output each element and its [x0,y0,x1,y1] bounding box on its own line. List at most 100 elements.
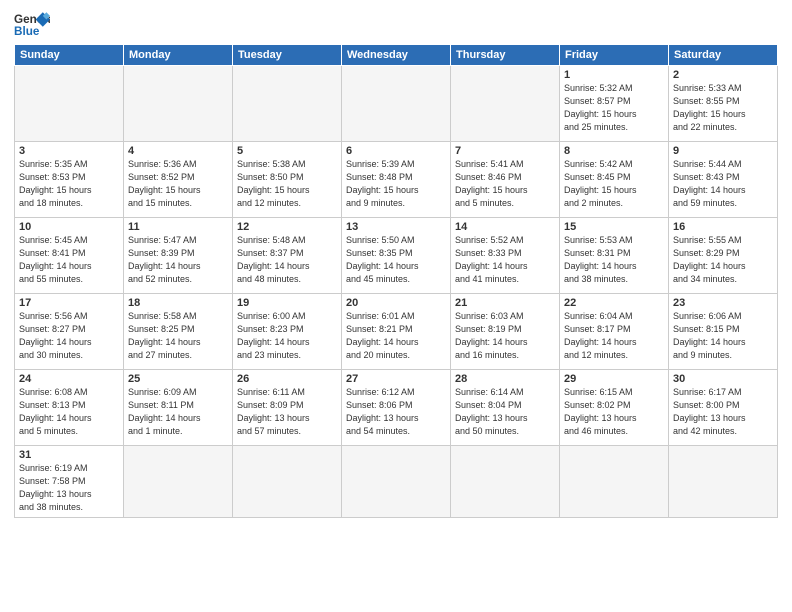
logo: General Blue [14,10,50,38]
day-sun-info: Sunrise: 5:56 AM Sunset: 8:27 PM Dayligh… [19,310,119,362]
day-number: 26 [237,373,337,385]
day-sun-info: Sunrise: 5:53 AM Sunset: 8:31 PM Dayligh… [564,234,664,286]
calendar-day-cell: 10Sunrise: 5:45 AM Sunset: 8:41 PM Dayli… [15,218,124,294]
svg-text:Blue: Blue [14,25,40,38]
day-number: 20 [346,297,446,309]
day-number: 5 [237,145,337,157]
day-number: 23 [673,297,773,309]
weekday-header-saturday: Saturday [669,45,778,66]
day-number: 4 [128,145,228,157]
day-number: 15 [564,221,664,233]
day-number: 27 [346,373,446,385]
day-number: 12 [237,221,337,233]
calendar-day-cell: 22Sunrise: 6:04 AM Sunset: 8:17 PM Dayli… [560,294,669,370]
calendar-day-cell: 5Sunrise: 5:38 AM Sunset: 8:50 PM Daylig… [233,142,342,218]
day-sun-info: Sunrise: 5:44 AM Sunset: 8:43 PM Dayligh… [673,158,773,210]
day-number: 11 [128,221,228,233]
day-sun-info: Sunrise: 5:41 AM Sunset: 8:46 PM Dayligh… [455,158,555,210]
day-number: 16 [673,221,773,233]
calendar-day-cell [124,446,233,518]
day-sun-info: Sunrise: 6:04 AM Sunset: 8:17 PM Dayligh… [564,310,664,362]
calendar-day-cell [451,446,560,518]
weekday-header-sunday: Sunday [15,45,124,66]
weekday-header-tuesday: Tuesday [233,45,342,66]
calendar-day-cell: 16Sunrise: 5:55 AM Sunset: 8:29 PM Dayli… [669,218,778,294]
calendar-day-cell [669,446,778,518]
calendar-day-cell: 29Sunrise: 6:15 AM Sunset: 8:02 PM Dayli… [560,370,669,446]
day-number: 9 [673,145,773,157]
calendar-day-cell: 20Sunrise: 6:01 AM Sunset: 8:21 PM Dayli… [342,294,451,370]
calendar-week-row: 3Sunrise: 5:35 AM Sunset: 8:53 PM Daylig… [15,142,778,218]
day-number: 8 [564,145,664,157]
day-sun-info: Sunrise: 5:33 AM Sunset: 8:55 PM Dayligh… [673,82,773,134]
calendar-day-cell: 26Sunrise: 6:11 AM Sunset: 8:09 PM Dayli… [233,370,342,446]
calendar-day-cell: 2Sunrise: 5:33 AM Sunset: 8:55 PM Daylig… [669,66,778,142]
day-number: 18 [128,297,228,309]
calendar-day-cell: 28Sunrise: 6:14 AM Sunset: 8:04 PM Dayli… [451,370,560,446]
day-sun-info: Sunrise: 6:14 AM Sunset: 8:04 PM Dayligh… [455,386,555,438]
calendar-week-row: 24Sunrise: 6:08 AM Sunset: 8:13 PM Dayli… [15,370,778,446]
day-number: 30 [673,373,773,385]
calendar-day-cell: 6Sunrise: 5:39 AM Sunset: 8:48 PM Daylig… [342,142,451,218]
calendar-day-cell: 21Sunrise: 6:03 AM Sunset: 8:19 PM Dayli… [451,294,560,370]
day-number: 31 [19,449,119,461]
day-sun-info: Sunrise: 5:52 AM Sunset: 8:33 PM Dayligh… [455,234,555,286]
calendar-day-cell [233,446,342,518]
day-sun-info: Sunrise: 6:15 AM Sunset: 8:02 PM Dayligh… [564,386,664,438]
calendar-day-cell [451,66,560,142]
day-sun-info: Sunrise: 6:11 AM Sunset: 8:09 PM Dayligh… [237,386,337,438]
calendar-day-cell [15,66,124,142]
day-sun-info: Sunrise: 6:19 AM Sunset: 7:58 PM Dayligh… [19,462,119,514]
calendar-day-cell [233,66,342,142]
calendar-week-row: 1Sunrise: 5:32 AM Sunset: 8:57 PM Daylig… [15,66,778,142]
day-sun-info: Sunrise: 5:55 AM Sunset: 8:29 PM Dayligh… [673,234,773,286]
day-number: 17 [19,297,119,309]
weekday-header-friday: Friday [560,45,669,66]
calendar-week-row: 10Sunrise: 5:45 AM Sunset: 8:41 PM Dayli… [15,218,778,294]
header: General Blue [14,10,778,38]
day-number: 13 [346,221,446,233]
generalblue-logo-icon: General Blue [14,10,50,38]
day-sun-info: Sunrise: 6:09 AM Sunset: 8:11 PM Dayligh… [128,386,228,438]
calendar-week-row: 17Sunrise: 5:56 AM Sunset: 8:27 PM Dayli… [15,294,778,370]
page: General Blue SundayMondayTuesdayWednesda… [0,0,792,612]
calendar-day-cell: 11Sunrise: 5:47 AM Sunset: 8:39 PM Dayli… [124,218,233,294]
calendar-table: SundayMondayTuesdayWednesdayThursdayFrid… [14,44,778,518]
day-number: 25 [128,373,228,385]
calendar-day-cell: 7Sunrise: 5:41 AM Sunset: 8:46 PM Daylig… [451,142,560,218]
day-sun-info: Sunrise: 6:06 AM Sunset: 8:15 PM Dayligh… [673,310,773,362]
calendar-day-cell: 9Sunrise: 5:44 AM Sunset: 8:43 PM Daylig… [669,142,778,218]
calendar-day-cell [124,66,233,142]
day-sun-info: Sunrise: 6:00 AM Sunset: 8:23 PM Dayligh… [237,310,337,362]
calendar-day-cell: 24Sunrise: 6:08 AM Sunset: 8:13 PM Dayli… [15,370,124,446]
day-sun-info: Sunrise: 5:32 AM Sunset: 8:57 PM Dayligh… [564,82,664,134]
day-sun-info: Sunrise: 5:58 AM Sunset: 8:25 PM Dayligh… [128,310,228,362]
weekday-header-wednesday: Wednesday [342,45,451,66]
calendar-day-cell: 25Sunrise: 6:09 AM Sunset: 8:11 PM Dayli… [124,370,233,446]
day-sun-info: Sunrise: 6:12 AM Sunset: 8:06 PM Dayligh… [346,386,446,438]
calendar-day-cell: 15Sunrise: 5:53 AM Sunset: 8:31 PM Dayli… [560,218,669,294]
day-number: 1 [564,69,664,81]
calendar-day-cell: 19Sunrise: 6:00 AM Sunset: 8:23 PM Dayli… [233,294,342,370]
day-number: 10 [19,221,119,233]
day-sun-info: Sunrise: 6:03 AM Sunset: 8:19 PM Dayligh… [455,310,555,362]
day-number: 21 [455,297,555,309]
day-sun-info: Sunrise: 6:17 AM Sunset: 8:00 PM Dayligh… [673,386,773,438]
day-sun-info: Sunrise: 6:08 AM Sunset: 8:13 PM Dayligh… [19,386,119,438]
day-number: 19 [237,297,337,309]
calendar-day-cell [560,446,669,518]
calendar-day-cell: 13Sunrise: 5:50 AM Sunset: 8:35 PM Dayli… [342,218,451,294]
calendar-day-cell: 1Sunrise: 5:32 AM Sunset: 8:57 PM Daylig… [560,66,669,142]
day-sun-info: Sunrise: 5:45 AM Sunset: 8:41 PM Dayligh… [19,234,119,286]
calendar-day-cell: 3Sunrise: 5:35 AM Sunset: 8:53 PM Daylig… [15,142,124,218]
day-sun-info: Sunrise: 5:38 AM Sunset: 8:50 PM Dayligh… [237,158,337,210]
day-number: 2 [673,69,773,81]
day-sun-info: Sunrise: 5:36 AM Sunset: 8:52 PM Dayligh… [128,158,228,210]
day-number: 29 [564,373,664,385]
calendar-day-cell [342,66,451,142]
day-number: 14 [455,221,555,233]
day-sun-info: Sunrise: 5:42 AM Sunset: 8:45 PM Dayligh… [564,158,664,210]
calendar-day-cell: 18Sunrise: 5:58 AM Sunset: 8:25 PM Dayli… [124,294,233,370]
day-sun-info: Sunrise: 5:39 AM Sunset: 8:48 PM Dayligh… [346,158,446,210]
day-sun-info: Sunrise: 5:47 AM Sunset: 8:39 PM Dayligh… [128,234,228,286]
